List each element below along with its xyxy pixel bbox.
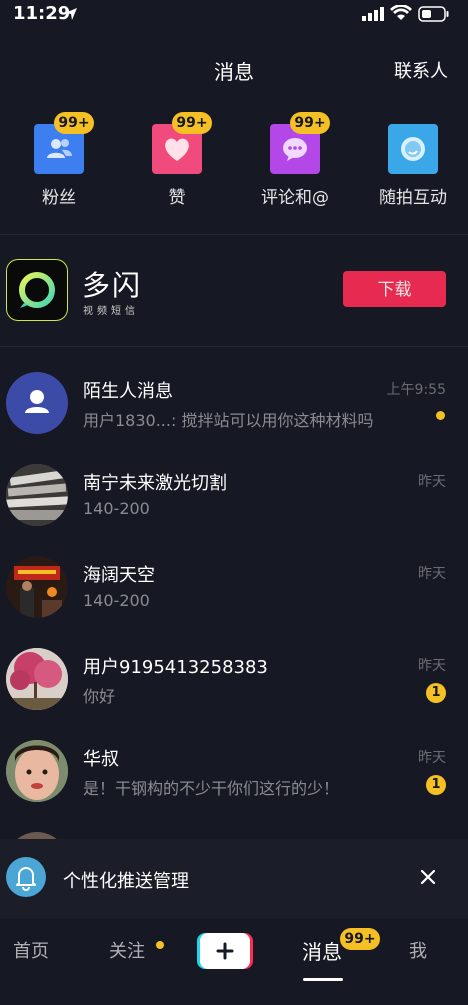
create-button[interactable]: [197, 933, 253, 969]
conversation-preview: 是！干钢构的不少干你们这行的少！: [83, 779, 340, 798]
quick-action-interactions[interactable]: 随拍互动: [354, 112, 468, 212]
quick-action-fans[interactable]: 99+ 粉丝: [0, 112, 118, 212]
follow-unread-dot: [156, 941, 164, 949]
list-item[interactable]: 陌生人消息 用户1830...: 搅拌站可以用你这种材料吗 上午9:55: [0, 355, 468, 447]
active-tab-indicator: [303, 978, 343, 981]
unread-dot: [436, 411, 445, 420]
avatar: [6, 832, 68, 839]
list-item[interactable]: 海阔天空 140-200 昨天: [0, 539, 468, 631]
location-arrow-icon: [65, 8, 77, 20]
tab-me[interactable]: 我: [409, 937, 427, 963]
quick-action-label: 粉丝: [42, 188, 76, 208]
conversation-time: 上午9:55: [386, 382, 446, 398]
conversation-time: 昨天: [418, 474, 446, 490]
tab-follow[interactable]: 关注: [109, 937, 145, 963]
bottom-tab-bar: 首页 关注 消息 99+ 我: [0, 919, 468, 1005]
conversation-name: 陌生人消息: [83, 381, 173, 402]
avatar: [6, 372, 68, 434]
conversation-preview: 用户1830...: 搅拌站可以用你这种材料吗: [83, 411, 374, 430]
header: 消息 联系人: [0, 50, 468, 90]
unread-count-badge: 1: [426, 775, 446, 795]
message-list: 陌生人消息 用户1830...: 搅拌站可以用你这种材料吗 上午9:55 南宁未…: [0, 355, 468, 839]
list-item[interactable]: [0, 815, 468, 839]
cellular-signal-icon: [362, 7, 384, 21]
unread-count-badge: 1: [426, 683, 446, 703]
conversation-preview: 140-200: [83, 591, 150, 610]
duoshan-promo: 多闪 视频短信 下载: [0, 250, 468, 330]
divider: [0, 346, 468, 347]
camera-bubble-icon: [388, 124, 438, 174]
avatar: [6, 740, 68, 802]
comments-badge: 99+: [290, 112, 330, 134]
status-bar: 11:29: [0, 0, 468, 34]
list-item[interactable]: 华叔 是！干钢构的不少干你们这行的少！ 昨天 1: [0, 723, 468, 815]
promo-app-subtitle: 视频短信: [83, 306, 139, 317]
status-time: 11:29: [13, 3, 71, 24]
avatar: [6, 648, 68, 710]
list-item[interactable]: 用户9195413258383 你好 昨天 1: [0, 631, 468, 723]
conversation-time: 昨天: [418, 658, 446, 674]
list-item[interactable]: 南宁未来激光切割 140-200 昨天: [0, 447, 468, 539]
tab-messages[interactable]: 消息: [302, 936, 342, 965]
conversation-preview: 140-200: [83, 499, 150, 518]
quick-action-likes[interactable]: 99+ 赞: [118, 112, 236, 212]
quick-action-label: 随拍互动: [379, 188, 447, 208]
conversation-time: 昨天: [418, 566, 446, 582]
download-button[interactable]: 下载: [343, 271, 446, 307]
tab-home[interactable]: 首页: [13, 937, 49, 963]
messages-badge: 99+: [340, 928, 380, 950]
conversation-name: 用户9195413258383: [83, 657, 268, 678]
conversation-name: 海阔天空: [83, 565, 155, 586]
bell-icon: [6, 857, 46, 897]
push-settings-label: 个性化推送管理: [63, 871, 189, 892]
conversation-name: 南宁未来激光切割: [83, 473, 227, 494]
conversation-name: 华叔: [83, 749, 119, 770]
avatar: [6, 464, 68, 526]
push-settings-banner[interactable]: 个性化推送管理: [0, 839, 468, 919]
conversation-preview: 你好: [83, 687, 116, 706]
fans-badge: 99+: [54, 112, 94, 134]
wifi-icon: [390, 5, 412, 20]
quick-action-label: 评论和@: [261, 188, 329, 208]
close-icon[interactable]: [418, 867, 438, 887]
likes-badge: 99+: [172, 112, 212, 134]
quick-actions-row: 99+ 粉丝 99+ 赞 99+ 评论和@ 随拍互动: [0, 112, 468, 212]
divider: [0, 234, 468, 235]
avatar: [6, 556, 68, 618]
duoshan-logo: [6, 259, 68, 321]
promo-app-name: 多闪: [82, 269, 143, 302]
quick-action-comments[interactable]: 99+ 评论和@: [236, 112, 354, 212]
quick-action-label: 赞: [168, 188, 186, 208]
battery-icon: [418, 6, 449, 22]
contacts-button[interactable]: 联系人: [394, 57, 448, 83]
conversation-time: 昨天: [418, 750, 446, 766]
